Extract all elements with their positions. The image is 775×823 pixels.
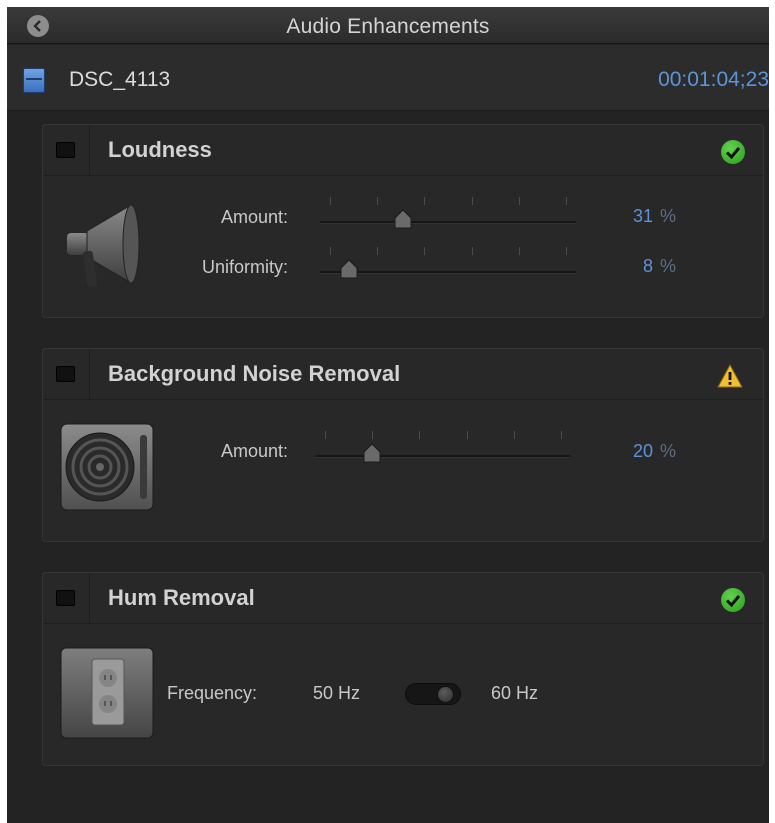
check-circle-icon bbox=[721, 588, 745, 612]
clip-icon bbox=[23, 68, 45, 93]
power-outlet-icon bbox=[60, 647, 154, 739]
loudness-uniformity-slider[interactable] bbox=[320, 245, 576, 281]
hum-removal-enable-checkbox[interactable] bbox=[56, 590, 75, 606]
loudness-amount-slider[interactable] bbox=[320, 195, 576, 231]
noise-removal-enable-checkbox[interactable] bbox=[56, 366, 75, 382]
noise-removal-panel-header: Background Noise Removal bbox=[43, 349, 763, 400]
frequency-option-60hz[interactable]: 60 Hz bbox=[491, 683, 538, 704]
noise-removal-panel: Background Noise Removal Amount: 20 % bbox=[42, 348, 764, 542]
slider-tick bbox=[566, 197, 567, 205]
slider-tick bbox=[377, 247, 379, 255]
loudness-enable-checkbox[interactable] bbox=[56, 142, 75, 158]
slider-tick bbox=[424, 247, 426, 255]
slider-tick bbox=[518, 197, 520, 205]
hum-removal-panel-header: Hum Removal bbox=[43, 573, 763, 624]
check-circle-icon bbox=[721, 140, 745, 164]
slider-tick bbox=[566, 247, 567, 255]
noise-amount-slider[interactable] bbox=[315, 429, 571, 465]
loudness-uniformity-label: Uniformity: bbox=[201, 257, 288, 277]
slider-tick bbox=[471, 197, 473, 205]
loudness-title: Loudness bbox=[108, 137, 212, 162]
frequency-toggle[interactable] bbox=[405, 683, 461, 705]
slider-knob[interactable] bbox=[393, 209, 413, 229]
hum-removal-panel: Hum Removal Frequency: 50 Hz 60 Hz bbox=[42, 572, 764, 766]
slider-tick bbox=[325, 431, 326, 439]
title-bar: Audio Enhancements bbox=[7, 7, 769, 44]
slider-tick bbox=[471, 247, 473, 255]
loudness-amount-value[interactable]: 31 bbox=[603, 206, 653, 227]
slider-tick bbox=[466, 431, 468, 439]
hum-checkbox-cell bbox=[43, 573, 90, 624]
slider-tick bbox=[377, 197, 379, 205]
fan-icon bbox=[60, 423, 154, 511]
slider-knob[interactable] bbox=[362, 443, 382, 463]
loudness-uniformity-value[interactable]: 8 bbox=[603, 256, 653, 277]
noise-checkbox-cell bbox=[43, 349, 90, 400]
toggle-knob[interactable] bbox=[437, 686, 454, 703]
loudness-amount-unit: % bbox=[660, 206, 677, 226]
loudness-checkbox-cell bbox=[43, 125, 90, 176]
noise-amount-label: Amount: bbox=[220, 441, 288, 461]
slider-tick bbox=[424, 197, 426, 205]
slider-tick bbox=[372, 431, 374, 439]
audio-enhancements-window: Audio Enhancements DSC_4113 00:01:04;23 … bbox=[7, 7, 769, 823]
slider-tick bbox=[330, 197, 331, 205]
clip-name: DSC_4113 bbox=[69, 68, 171, 91]
frequency-option-50hz[interactable]: 50 Hz bbox=[313, 683, 360, 704]
warning-icon bbox=[717, 364, 743, 388]
loudness-amount-label: Amount: bbox=[220, 207, 288, 227]
megaphone-icon bbox=[67, 204, 140, 288]
slider-tick bbox=[419, 431, 421, 439]
slider-tick bbox=[330, 247, 331, 255]
noise-amount-value[interactable]: 20 bbox=[603, 441, 653, 462]
hum-frequency-label: Frequency: bbox=[167, 683, 258, 703]
loudness-panel-header: Loudness bbox=[43, 125, 763, 176]
loudness-uniformity-unit: % bbox=[660, 256, 677, 276]
clip-timecode: 00:01:04;23 bbox=[658, 68, 769, 91]
slider-tick bbox=[513, 431, 515, 439]
noise-amount-unit: % bbox=[660, 441, 677, 461]
slider-knob[interactable] bbox=[339, 259, 359, 279]
slider-tick bbox=[518, 247, 520, 255]
noise-removal-title: Background Noise Removal bbox=[108, 361, 401, 386]
loudness-panel: Loudness Amount: 31 % Uniformity: 8 % bbox=[42, 124, 764, 318]
window-title: Audio Enhancements bbox=[286, 15, 490, 38]
clip-header: DSC_4113 00:01:04;23 bbox=[7, 45, 769, 111]
hum-removal-title: Hum Removal bbox=[108, 585, 255, 610]
slider-tick bbox=[561, 431, 562, 439]
